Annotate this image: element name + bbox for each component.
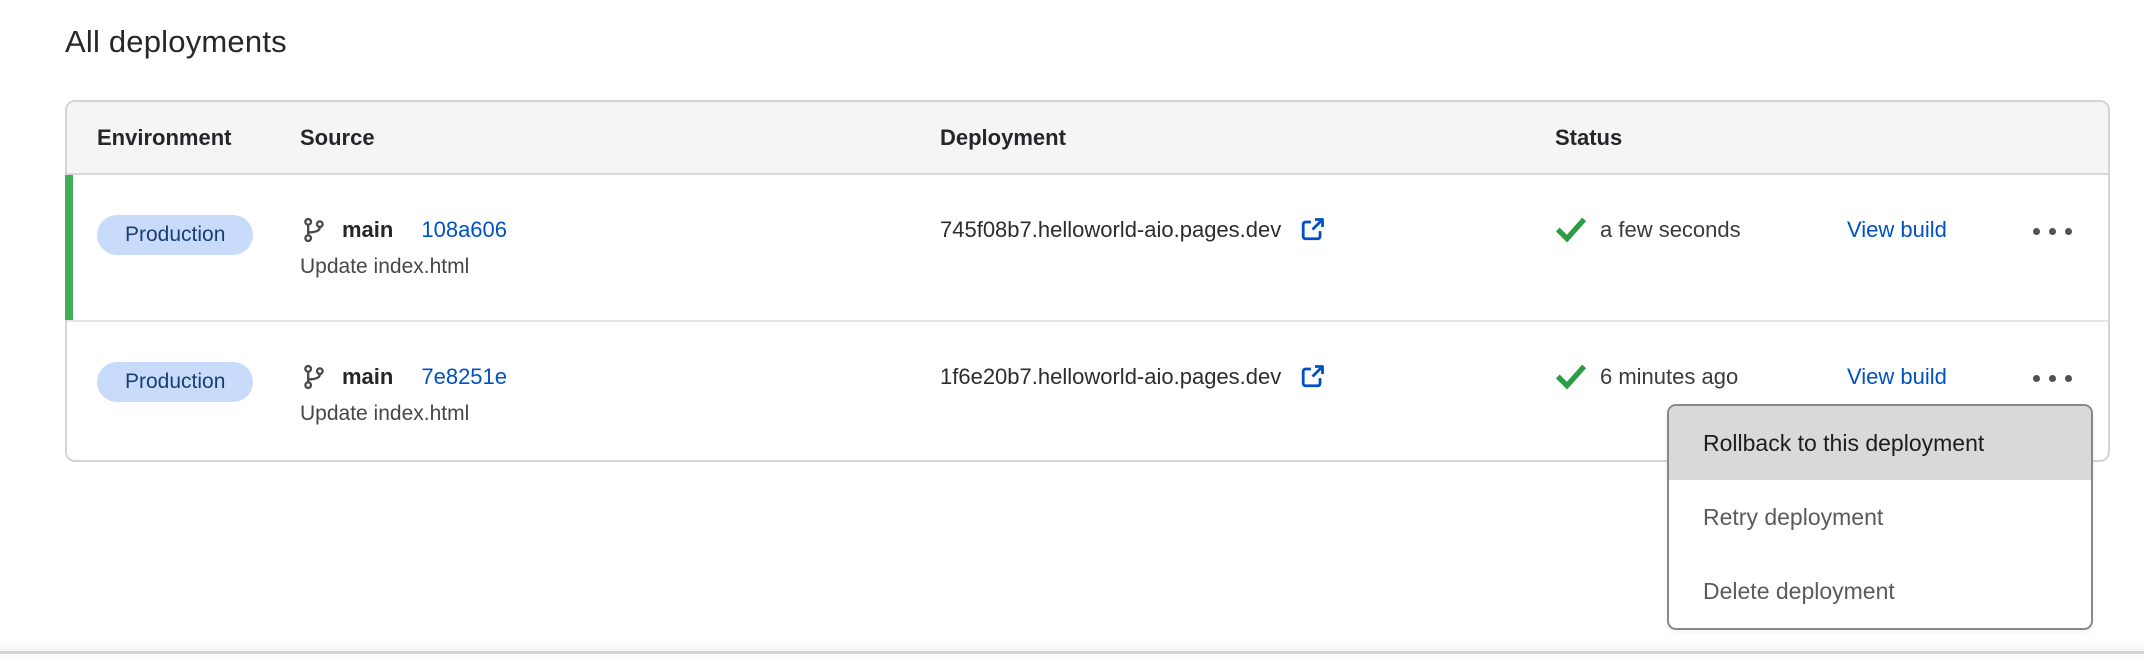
- deployment-context-menu: Rollback to this deployment Retry deploy…: [1667, 404, 2093, 630]
- page-bottom-area: [0, 654, 2144, 662]
- status-cell: a few seconds: [1555, 175, 1847, 320]
- source-cell: main 108a606 Update index.html: [300, 175, 940, 320]
- table-row: Production main 108a606 Update index.htm…: [67, 175, 2108, 320]
- page-title: All deployments: [65, 24, 287, 60]
- column-header-status: Status: [1555, 125, 1847, 151]
- deployment-cell: 1f6e20b7.helloworld-aio.pages.dev: [940, 322, 1555, 464]
- menu-item-rollback[interactable]: Rollback to this deployment: [1669, 406, 2091, 480]
- environment-badge: Production: [97, 215, 253, 255]
- ellipsis-icon: [2033, 228, 2040, 235]
- environment-cell: Production: [67, 175, 300, 320]
- menu-item-delete[interactable]: Delete deployment: [1669, 554, 2091, 628]
- commit-link[interactable]: 7e8251e: [421, 364, 507, 390]
- branch-name: main: [342, 364, 393, 390]
- more-options-button[interactable]: [2027, 217, 2078, 247]
- column-header-deployment: Deployment: [940, 125, 1555, 151]
- deployment-cell: 745f08b7.helloworld-aio.pages.dev: [940, 175, 1555, 320]
- more-options-button[interactable]: [2027, 364, 2078, 394]
- environment-cell: Production: [67, 322, 300, 464]
- actions-cell: [2027, 175, 2108, 320]
- deployment-url: 745f08b7.helloworld-aio.pages.dev: [940, 217, 1281, 243]
- view-build-link[interactable]: View build: [1847, 362, 1947, 392]
- page-bottom-strip: [0, 636, 2144, 652]
- commit-message: Update index.html: [300, 253, 940, 281]
- commit-link[interactable]: 108a606: [421, 217, 507, 243]
- current-deployment-indicator: [65, 175, 73, 320]
- source-cell: main 7e8251e Update index.html: [300, 322, 940, 464]
- column-header-environment: Environment: [67, 125, 300, 151]
- status-time: a few seconds: [1600, 217, 1741, 243]
- menu-item-retry[interactable]: Retry deployment: [1669, 480, 2091, 554]
- success-check-icon: [1555, 361, 1587, 393]
- deployments-page: All deployments Environment Source Deplo…: [0, 0, 2144, 662]
- commit-message: Update index.html: [300, 400, 940, 428]
- external-link-icon[interactable]: [1297, 215, 1327, 245]
- deployment-url: 1f6e20b7.helloworld-aio.pages.dev: [940, 364, 1281, 390]
- external-link-icon[interactable]: [1297, 362, 1327, 392]
- view-build-cell: View build: [1847, 175, 2027, 320]
- git-branch-icon: [300, 216, 328, 244]
- view-build-link[interactable]: View build: [1847, 215, 1947, 245]
- column-header-source: Source: [300, 125, 940, 151]
- branch-name: main: [342, 217, 393, 243]
- environment-badge: Production: [97, 362, 253, 402]
- git-branch-icon: [300, 363, 328, 391]
- ellipsis-icon: [2033, 375, 2040, 382]
- table-header-row: Environment Source Deployment Status: [67, 102, 2108, 175]
- status-time: 6 minutes ago: [1600, 364, 1738, 390]
- success-check-icon: [1555, 214, 1587, 246]
